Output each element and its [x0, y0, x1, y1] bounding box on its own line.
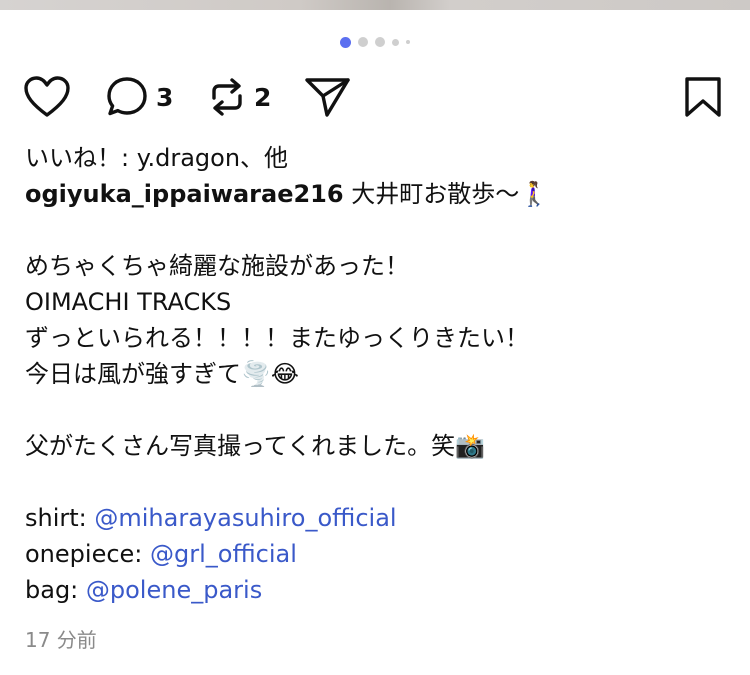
comment-icon [107, 77, 147, 116]
likes-text: いいね！: y.dragon、他 [25, 144, 289, 172]
post-image-bottom-edge[interactable] [0, 0, 750, 10]
caption-line-photo: 父がたくさん写真撮ってくれました。笑📸 [25, 428, 725, 464]
repost-count: 2 [254, 82, 272, 112]
carousel-indicator [0, 36, 750, 48]
caption-text: 父がたくさん写真撮ってくれました。笑 [25, 432, 456, 460]
credit-onepiece: onepiece: @grl_official [25, 536, 725, 572]
carousel-dot [375, 37, 385, 47]
share-button[interactable] [304, 76, 352, 118]
heart-icon [24, 76, 70, 117]
carousel-dot-active [340, 36, 351, 48]
mention-link[interactable]: @polene_paris [86, 576, 262, 604]
caption-line: ずっといられる！！！！またゆっくりきたい！ [25, 324, 529, 352]
carousel-dot [406, 40, 410, 44]
likes-summary[interactable]: いいね！: y.dragon、他 [25, 140, 725, 176]
caption-username[interactable]: ogiyuka_ippaiwarae216 [25, 180, 344, 208]
caption-line: OIMACHI TRACKS [25, 288, 232, 316]
caption-first-line: ogiyuka_ippaiwarae216 大井町お散歩〜🚶‍♀️ [25, 176, 725, 212]
camera-flash-emoji: 📸 [455, 432, 485, 460]
carousel-dot [392, 38, 399, 46]
credit-shirt: shirt: @miharayasuhiro_official [25, 500, 725, 536]
tornado-emoji: 🌪️ [241, 360, 271, 388]
caption-text: 大井町お散歩〜 [343, 180, 520, 208]
carousel-dot [358, 37, 368, 47]
repost-icon [212, 78, 242, 116]
comment-count: 3 [156, 82, 174, 112]
save-button[interactable] [684, 76, 722, 118]
post-action-bar: 3 2 [0, 74, 750, 120]
laughing-emoji: 😂 [270, 360, 299, 388]
credit-bag: bag: @polene_paris [25, 572, 725, 608]
credit-label: shirt: [25, 504, 95, 532]
post-caption-area: いいね！: y.dragon、他 ogiyuka_ippaiwarae216 大… [25, 140, 725, 608]
credit-label: bag: [25, 576, 86, 604]
mention-link[interactable]: @miharayasuhiro_official [94, 504, 396, 532]
comment-button[interactable]: 3 [106, 76, 173, 118]
caption-line-wind: 今日は風が強すぎて🌪️😂 [25, 356, 725, 392]
walking-emoji: 🚶‍♀️ [519, 180, 550, 208]
mention-link[interactable]: @grl_official [150, 540, 297, 568]
caption-text: 今日は風が強すぎて [25, 360, 241, 388]
send-icon [305, 78, 350, 117]
post-timestamp: 17 分前 [25, 628, 97, 652]
repost-button[interactable]: 2 [206, 76, 271, 118]
like-button[interactable] [24, 76, 70, 118]
credit-label: onepiece: [25, 540, 151, 568]
bookmark-icon [685, 77, 721, 117]
caption-line: めちゃくちゃ綺麗な施設があった！ [25, 252, 409, 280]
